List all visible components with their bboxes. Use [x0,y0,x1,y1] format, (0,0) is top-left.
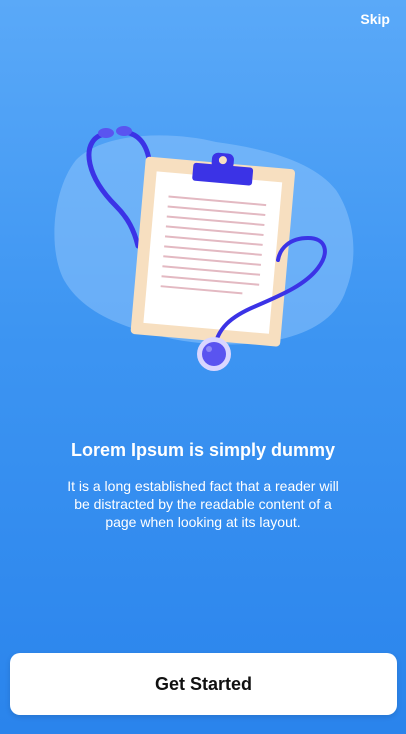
skip-button[interactable]: Skip [360,11,390,27]
onboarding-title: Lorem Ipsum is simply dummy [70,440,336,460]
onboarding-screen: Skip Lorem Ipsum is simply dummy It is a… [0,0,406,734]
earpiece-left-shape [98,128,114,138]
chest-piece-inner [202,342,226,366]
clipboard-paper [143,171,283,334]
onboarding-description: It is a long established fact that a rea… [67,478,339,530]
clipboard-stethoscope-illustration [46,120,366,380]
get-started-button[interactable]: Get Started [10,653,397,715]
earpiece-right-shape [116,126,132,136]
